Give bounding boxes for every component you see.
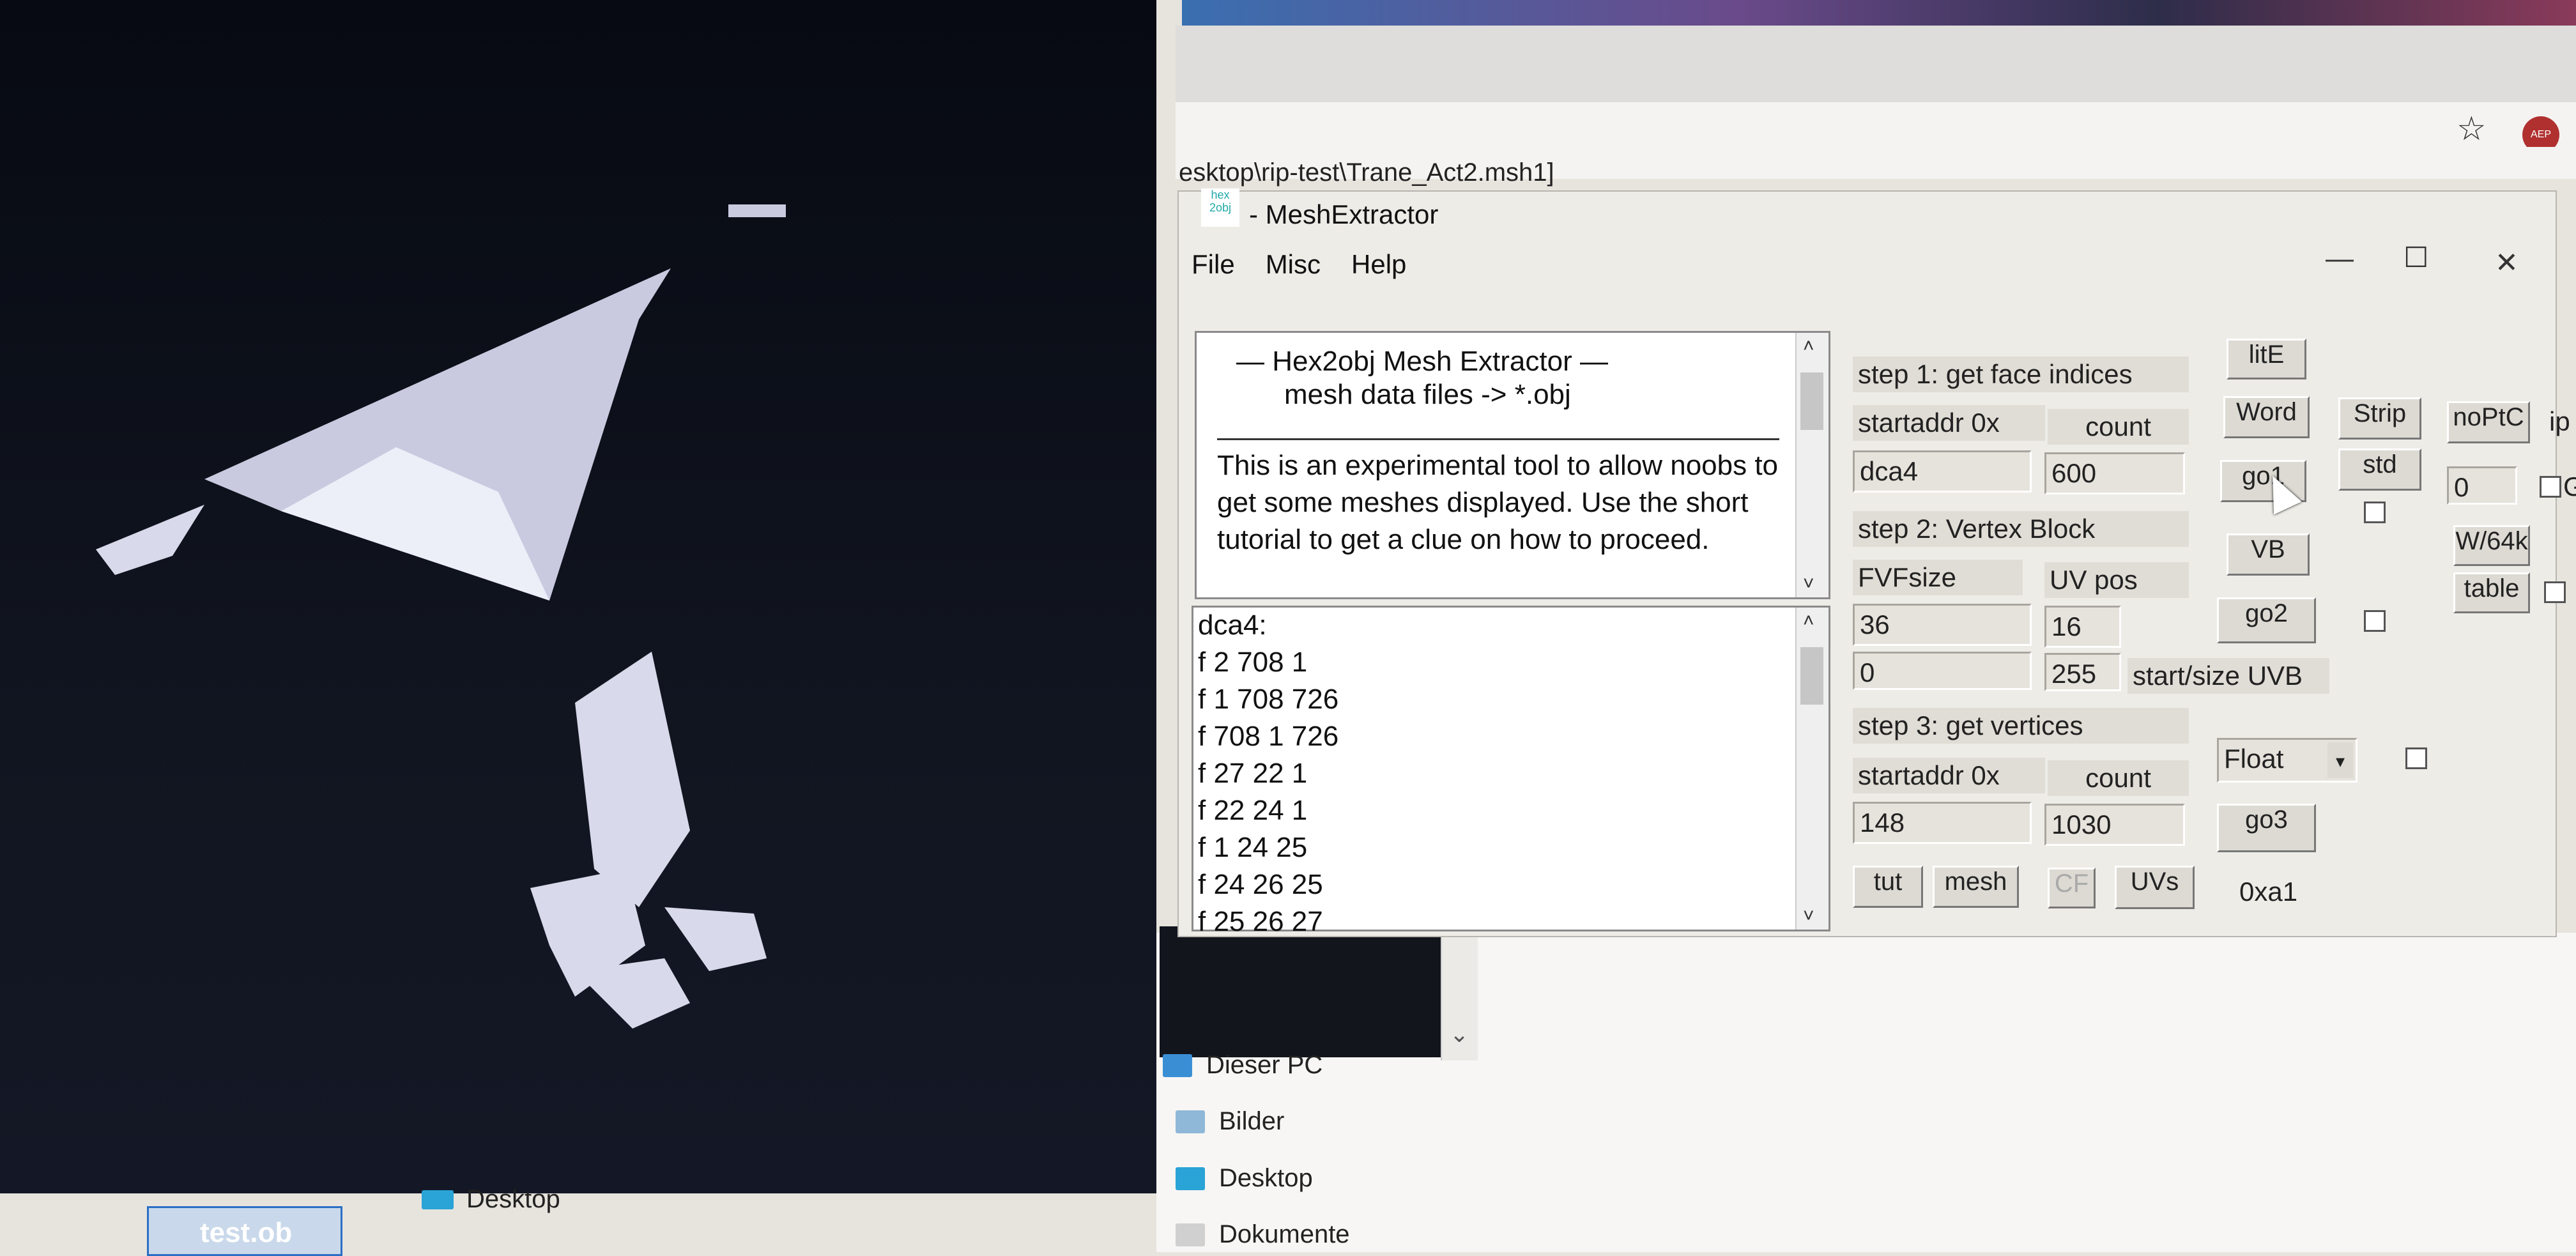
cf-button[interactable]: CF [2048,868,2096,908]
chevron-up-icon[interactable]: ˄ [1803,610,1814,632]
mesh-tip [96,505,204,575]
zero-input[interactable]: 0 [2447,466,2517,505]
clipped-label: G [2563,471,2576,502]
table-checkbox[interactable] [2544,581,2566,603]
list-item: f 25 26 27 [1198,906,1323,937]
window-title: - MeshExtractor [1249,199,1439,229]
mesh-render [96,204,786,1029]
mesh-fragment [728,204,786,217]
list-item: f 27 22 1 [1198,758,1308,789]
fvfsize-input[interactable]: 36 [1853,604,2032,646]
format-checkbox[interactable] [2405,747,2427,769]
startaddr-label: startaddr 0x [1853,405,2045,441]
computer-icon [1163,1053,1192,1077]
uvb-label: start/size UVB [2128,658,2329,694]
go3-button[interactable]: go3 [2217,804,2316,852]
menu-misc[interactable]: Misc [1266,249,1321,287]
w64k-button[interactable]: W/64k [2453,525,2530,566]
desktop-icon [422,1190,454,1209]
dropdown-arrow-icon[interactable]: ▾ [2327,742,2353,778]
count-label: count [2048,760,2189,796]
strip-button[interactable]: Strip [2338,397,2421,440]
chevron-up-icon[interactable]: ˄ [1803,335,1814,357]
clipped-label: ip [2549,406,2570,436]
divider [1217,438,1779,440]
uvb-start-input[interactable]: 0 [1853,652,2032,690]
step2-label: step 2: Vertex Block [1853,511,2189,547]
face-list: dca4: f 2 708 1 f 1 708 726 f 708 1 726 … [1198,607,1338,940]
std-button[interactable]: std [2338,448,2421,491]
list-item: f 24 26 25 [1198,869,1323,900]
taskbar-desktop[interactable]: Desktop [422,1185,560,1214]
uvs-button[interactable]: UVs [2115,866,2195,909]
count-label: count [2048,409,2189,445]
list-item: f 1 24 25 [1198,832,1308,863]
chevron-down-icon[interactable]: ˅ [1803,573,1814,595]
scroll-thumb[interactable] [1800,647,1823,705]
uvpos-label: UV pos [2044,562,2189,598]
info-scrollbar[interactable]: ˄ ˅ [1795,333,1828,597]
taskbar-file-tab[interactable]: test.ob [147,1206,342,1256]
startaddr-label: startaddr 0x [1853,758,2045,793]
minimize-button[interactable]: — [2326,243,2354,275]
face-count-input[interactable]: 600 [2044,452,2185,494]
menu-file[interactable]: File [1192,249,1235,287]
explorer-scrollbar[interactable]: ⌄ [1441,926,1478,1061]
go2-checkbox[interactable] [2364,610,2386,632]
menu-help[interactable]: Help [1351,249,1406,287]
list-item: dca4: [1198,609,1267,641]
list-item: f 22 24 1 [1198,795,1308,826]
list-item: f 1 708 726 [1198,684,1339,715]
step1-label: step 1: get face indices [1853,356,2189,392]
maximize-button[interactable]: ☐ [2404,241,2428,274]
list-item: f 708 1 726 [1198,721,1339,752]
face-startaddr-input[interactable]: dca4 [1853,450,2032,493]
scroll-thumb[interactable] [1800,372,1823,430]
menu-bar: File Misc Help [1192,249,1406,287]
step3-label: step 3: get vertices [1853,708,2189,744]
vertex-count-input[interactable]: 1030 [2044,804,2185,846]
file-path-title: esktop\rip-test\Trane_Act2.msh1] [1179,158,1554,187]
output-scrollbar[interactable]: ˄ ˅ [1795,608,1828,930]
mesh-foot-right [664,907,767,971]
go2-button[interactable]: go2 [2217,597,2316,643]
word-button[interactable]: Word [2223,396,2310,438]
pictures-icon [1176,1110,1205,1133]
info-heading: — Hex2obj Mesh Extractor — mesh data fil… [1236,346,1608,410]
list-item: f 2 708 1 [1198,647,1308,678]
bookmark-star-icon[interactable]: ☆ [2457,110,2487,148]
explorer-preview-pane [1160,926,1441,1057]
nav-item-desktop[interactable]: Desktop [1176,1164,1313,1193]
vb-button[interactable]: VB [2227,533,2310,576]
nav-item-documents[interactable]: Dokumente [1176,1220,1350,1249]
mesh-button[interactable]: mesh [1933,866,2019,908]
mesh-viewport[interactable] [0,0,1156,1193]
chevron-down-icon: ⌄ [1450,1021,1469,1047]
app-icon: hex 2obj [1201,188,1239,227]
hex-status: 0xa1 [2239,877,2298,907]
format-select[interactable]: Float ▾ [2217,738,2358,783]
std-checkbox[interactable] [2364,502,2386,523]
mesh-leg [575,652,690,907]
g-checkbox[interactable] [2540,476,2561,498]
uvb-size-input[interactable]: 255 [2044,653,2121,691]
chevron-down-icon[interactable]: ˅ [1803,905,1814,927]
nav-item-this-pc[interactable]: Dieser PC [1163,1051,1322,1080]
documents-icon [1176,1223,1205,1246]
close-button[interactable]: ✕ [2495,247,2518,279]
vertex-startaddr-input[interactable]: 148 [1853,802,2032,844]
nav-item-pictures[interactable]: Bilder [1176,1107,1284,1136]
uvpos-input[interactable]: 16 [2044,606,2121,648]
lite-button[interactable]: litE [2227,339,2306,379]
info-text: This is an experimental tool to allow no… [1217,450,1779,555]
noptc-button[interactable]: noPtC [2447,401,2530,443]
mesh-foot-base [575,958,690,1029]
browser-tab-bar [1176,26,2576,102]
tut-button[interactable]: tut [1853,866,1923,908]
table-button[interactable]: table [2453,572,2530,613]
fvfsize-label: FVFsize [1853,560,2023,595]
desktop-icon [1176,1167,1205,1190]
